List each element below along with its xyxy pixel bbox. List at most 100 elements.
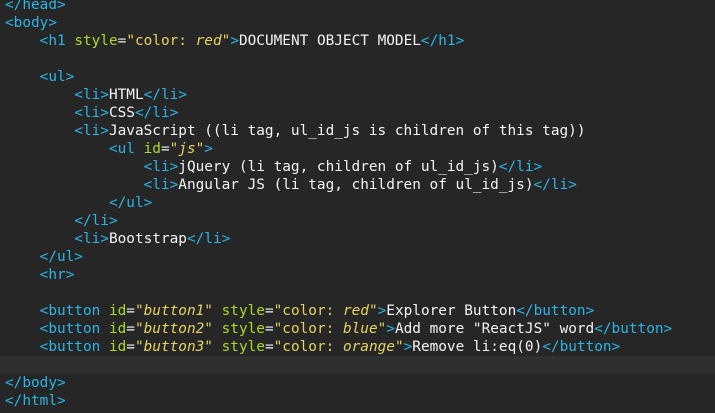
code-token-attr: id: [108, 303, 127, 319]
code-token-tag: >: [377, 303, 387, 319]
code-line: </li>: [5, 212, 118, 230]
code-token-tag: </ul>: [108, 195, 153, 211]
code-token-tag: </li>: [74, 213, 118, 229]
code-token-tag: <li>: [74, 87, 109, 103]
code-token-val: ": [394, 339, 404, 355]
code-token-txt: =: [160, 141, 170, 157]
code-token-txt: =: [264, 321, 274, 337]
code-token-val: ": [204, 303, 213, 319]
code-token-tag: <h1: [39, 33, 75, 49]
code-token-val: ": [134, 303, 144, 319]
code-token-txt: JavaScript ((li tag, ul_id_js is childre…: [108, 123, 586, 139]
code-line: <button id="button2" style="color: blue"…: [5, 320, 673, 338]
code-token-attr: style: [221, 303, 265, 319]
code-token-tag: </h1>: [420, 33, 465, 49]
code-token-tag: </li>: [143, 87, 187, 103]
code-token-val: "color:: [126, 33, 196, 49]
code-token-attr: style: [221, 321, 265, 337]
code-token-tag: <body>: [5, 15, 57, 31]
code-line: <button id="button1" style="color: red">…: [5, 302, 595, 320]
code-token-txt: Add more "ReactJS" word: [394, 321, 595, 337]
code-token-tag: </li>: [134, 105, 179, 121]
code-token-val: ": [368, 303, 378, 319]
code-line: <li>Bootstrap</li>: [5, 230, 230, 248]
code-token-tag: </li>: [186, 231, 231, 247]
code-line: <hr>: [5, 266, 75, 284]
code-token-tag: </button>: [516, 303, 595, 319]
code-token-txt: Explorer Button: [386, 303, 517, 319]
code-line: <ul>: [5, 68, 75, 86]
code-token-val: ": [134, 339, 144, 355]
code-token-val: ": [377, 321, 387, 337]
code-token-valtext: js: [178, 141, 196, 157]
code-token-tag: <button: [39, 303, 109, 319]
code-token-valtext: red: [342, 303, 369, 319]
code-line: <li>jQuery (li tag, children of ul_id_js…: [5, 158, 543, 176]
code-token-txt: HTML: [108, 87, 144, 103]
code-token-attr: id: [108, 339, 127, 355]
code-token-tag: >: [386, 321, 395, 337]
code-token-valtext: orange: [342, 339, 395, 355]
code-token-tag: <li>: [74, 105, 109, 121]
code-token-tag: </ul>: [39, 249, 83, 265]
code-token-tag: <button: [39, 321, 109, 337]
code-line: <li>Angular JS (li tag, children of ul_i…: [5, 176, 577, 194]
code-token-tag: >: [403, 339, 413, 355]
code-token-val: ": [221, 33, 231, 49]
code-line: <h1 style="color: red">DOCUMENT OBJECT M…: [5, 32, 465, 50]
code-token-tag: </html>: [5, 393, 66, 409]
code-token-tag: <li>: [74, 231, 109, 247]
code-token-txt: =: [126, 321, 135, 337]
code-token-attr: id: [108, 321, 127, 337]
code-line: </ul>: [5, 194, 152, 212]
code-token-txt: =: [264, 303, 274, 319]
code-token-tag: </li>: [498, 159, 543, 175]
code-token-val: "color:: [273, 339, 343, 355]
code-token-valtext: button2: [143, 321, 205, 337]
code-token-val: "color:: [273, 321, 343, 337]
current-line-highlight: [0, 356, 715, 374]
code-token-tag: <button: [39, 339, 109, 355]
code-token-tag: </button>: [542, 339, 621, 355]
code-token-tag: </button>: [594, 321, 673, 337]
code-token-val: ": [204, 339, 213, 355]
code-token-val: ": [204, 321, 213, 337]
code-token-txt: =: [126, 303, 135, 319]
code-token-val: ": [195, 141, 205, 157]
code-token-val: ": [169, 141, 179, 157]
code-token-valtext: button3: [143, 339, 205, 355]
code-line: <body>: [5, 14, 57, 32]
code-token-tag: <ul>: [39, 69, 75, 85]
code-token-val: ": [134, 321, 144, 337]
code-token-tag: <ul: [108, 141, 144, 157]
code-token-attr: id: [143, 141, 161, 157]
code-token-attr: style: [221, 339, 265, 355]
code-line: <ul id="js">: [5, 140, 213, 158]
code-line: </body>: [5, 374, 66, 392]
code-line: </html>: [5, 392, 66, 410]
code-line: <li>JavaScript ((li tag, ul_id_js is chi…: [5, 122, 585, 140]
code-line: <li>CSS</li>: [5, 104, 178, 122]
code-token-txt: jQuery (li tag, children of ul_id_js): [178, 159, 499, 175]
code-token-txt: CSS: [108, 105, 135, 121]
code-token-tag: <li>: [143, 159, 179, 175]
code-token-valtext: red: [195, 33, 222, 49]
code-token-txt: Angular JS (li tag, children of ul_id_js…: [178, 177, 534, 193]
code-token-tag: <li>: [143, 177, 179, 193]
code-token-tag: <hr>: [39, 267, 75, 283]
code-editor[interactable]: </head> <body> <h1 style="color: red">DOC…: [0, 0, 715, 413]
code-token-tag: <li>: [74, 123, 109, 139]
